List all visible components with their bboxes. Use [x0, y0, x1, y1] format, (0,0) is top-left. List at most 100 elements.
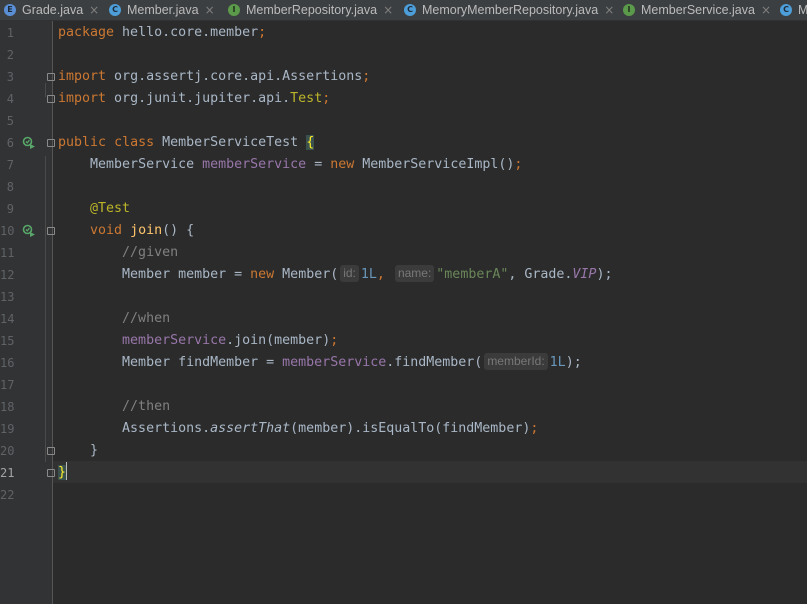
fold-marker-icon[interactable] [47, 95, 55, 103]
semicolon: ; [258, 25, 267, 40]
code-line-11[interactable]: //given [58, 242, 178, 264]
line-number: 4 [6, 92, 14, 106]
code-line-14[interactable]: //when [58, 308, 170, 330]
class-icon: C [404, 4, 416, 16]
parameter-hint: name: [394, 264, 435, 282]
line-number: 20 [0, 444, 15, 458]
tab-label: M [798, 3, 807, 17]
line-number: 8 [6, 180, 14, 194]
code-line-1[interactable]: package hello.core.member; [58, 22, 266, 44]
constructor-call: MemberServiceImpl() [354, 157, 515, 172]
line-number: 6 [6, 136, 14, 150]
comment: //given [122, 245, 179, 260]
tab-overflow-member[interactable]: C M [780, 0, 807, 20]
code-line-18[interactable]: //then [58, 396, 170, 418]
line-number: 7 [6, 158, 14, 172]
field-name: memberService [202, 157, 307, 172]
fold-marker-icon[interactable] [47, 73, 55, 81]
import-path: org.assertj.core.api.Assertions [106, 69, 363, 84]
code-line-20[interactable]: } [58, 440, 98, 462]
keyword: import [58, 91, 107, 106]
close-icon[interactable]: × [383, 3, 393, 17]
string-literal: "memberA" [436, 267, 509, 282]
close-icon[interactable]: × [89, 3, 99, 17]
operator: = [306, 157, 331, 172]
line-number-current: 21 [0, 466, 15, 480]
code-line-7[interactable]: MemberService memberService = new Member… [58, 154, 522, 176]
tab-member-service-java[interactable]: I MemberService.java × [623, 0, 771, 20]
matched-brace: } [58, 465, 67, 480]
code-line-19[interactable]: Assertions.assertThat(member).isEqualTo(… [58, 418, 538, 440]
fold-marker-icon[interactable] [47, 469, 55, 477]
line-number: 1 [6, 26, 14, 40]
close-icon[interactable]: × [604, 3, 614, 17]
interface-icon: I [623, 4, 635, 16]
line-number: 19 [0, 422, 15, 436]
code-line-6[interactable]: public class MemberServiceTest { [58, 132, 315, 154]
line-number: 12 [0, 268, 15, 282]
statement-end: ); [596, 267, 613, 282]
run-test-icon[interactable] [22, 224, 36, 238]
fold-guide [45, 83, 46, 97]
code-line-12[interactable]: Member member = new Member(id: 1L, name: "… [58, 264, 612, 286]
code-line-3[interactable]: import org.assertj.core.api.Assertions; [58, 66, 370, 88]
semicolon: ; [362, 69, 371, 84]
declaration: Member member = [122, 267, 251, 282]
line-number: 5 [6, 114, 14, 128]
parameter-hint: id: [340, 264, 359, 282]
method-name: join [130, 223, 163, 238]
line-number: 15 [0, 334, 15, 348]
fold-marker-icon[interactable] [47, 447, 55, 455]
tab-memory-member-repository-java[interactable]: C MemoryMemberRepository.java × [404, 0, 614, 20]
interface-icon: I [228, 4, 240, 16]
tab-label: Member.java [127, 3, 199, 17]
close-icon[interactable]: × [761, 3, 771, 17]
package-name: hello.core.member [114, 25, 259, 40]
number-literal: 1L [360, 267, 377, 282]
line-number: 3 [6, 70, 14, 84]
line-number: 11 [0, 246, 15, 260]
line-number: 9 [6, 202, 14, 216]
fold-marker-icon[interactable] [47, 227, 55, 235]
keyword: new [250, 267, 275, 282]
method-call: .join(member) [226, 333, 331, 348]
field-name: memberService [282, 355, 387, 370]
semicolon: ; [530, 421, 539, 436]
close-icon[interactable]: × [205, 3, 215, 17]
enum-access: , Grade. [508, 267, 573, 282]
number-literal: 1L [549, 355, 566, 370]
code-line-10[interactable]: void join() { [58, 220, 194, 242]
tab-label: MemoryMemberRepository.java [422, 3, 599, 17]
code-line-15[interactable]: memberService.join(member); [58, 330, 338, 352]
comment: //when [122, 311, 171, 326]
line-number: 10 [0, 224, 15, 238]
code-line-21[interactable]: } [58, 462, 68, 484]
tab-member-java[interactable]: C Member.java × [109, 0, 215, 20]
comment: //then [122, 399, 171, 414]
tab-member-repository-java[interactable]: I MemberRepository.java × [228, 0, 393, 20]
tab-grade-java[interactable]: E Grade.java × [4, 0, 99, 20]
line-number: 16 [0, 356, 15, 370]
code-line-16[interactable]: Member findMember = memberService.findMe… [58, 352, 582, 374]
line-number: 18 [0, 400, 15, 414]
statement-end: ); [565, 355, 582, 370]
field-name: memberService [122, 333, 227, 348]
line-number: 17 [0, 378, 15, 392]
constructor-call: Member( [274, 267, 339, 282]
class-reference: Assertions. [122, 421, 211, 436]
matched-brace: { [306, 135, 315, 150]
static-method: assertThat [210, 421, 291, 436]
semicolon: ; [322, 91, 331, 106]
import-path: org.junit.jupiter.api. [106, 91, 291, 106]
run-test-icon[interactable] [22, 136, 36, 150]
annotation-class: Test [290, 91, 323, 106]
keyword: class [114, 135, 155, 150]
code-line-9[interactable]: @Test [58, 198, 130, 220]
code-line-4[interactable]: import org.junit.jupiter.api.Test; [58, 88, 330, 110]
fold-marker-icon[interactable] [47, 139, 55, 147]
